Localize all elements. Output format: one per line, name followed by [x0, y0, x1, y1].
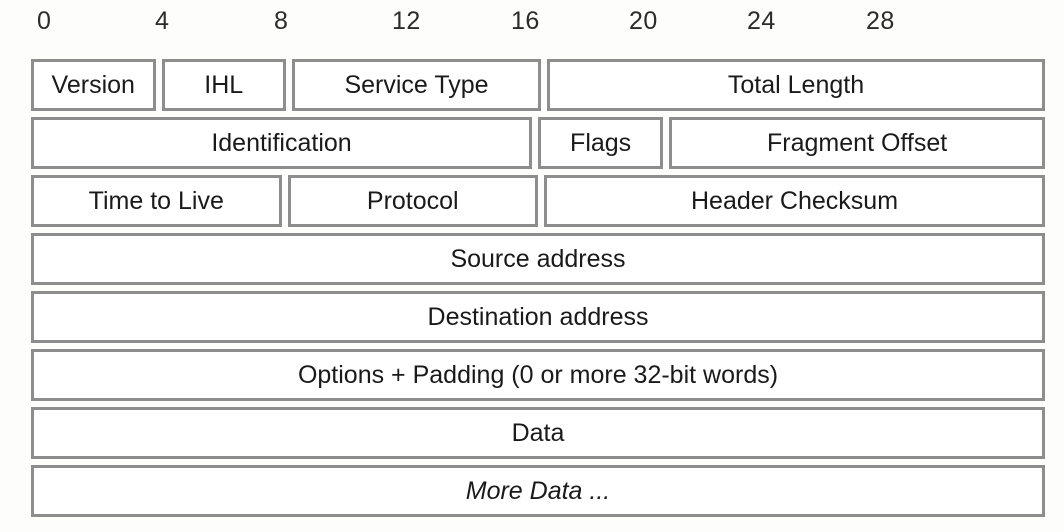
field-options-padding-0-or-more-32-bit-words: Options + Padding (0 or more 32-bit word… — [31, 349, 1045, 401]
bit-tick-0: 0 — [37, 7, 52, 35]
field-total-length: Total Length — [547, 59, 1045, 111]
field-service-type: Service Type — [292, 59, 541, 111]
row-word-3: Time to Live Protocol Header Checksum — [31, 175, 1045, 227]
field-data: Data — [31, 407, 1045, 459]
row-word-5: Destination address — [31, 291, 1045, 343]
bit-tick-12: 12 — [392, 7, 421, 35]
row-word-6: Options + Padding (0 or more 32-bit word… — [31, 349, 1045, 401]
field-flags: Flags — [538, 117, 664, 169]
bit-offset-ruler: 0 4 8 12 16 20 24 28 — [31, 6, 1045, 48]
field-source-address: Source address — [31, 233, 1045, 285]
bit-tick-8: 8 — [274, 7, 289, 35]
bit-tick-4: 4 — [155, 7, 170, 35]
row-more-data: More Data ... — [31, 465, 1045, 517]
field-protocol: Protocol — [287, 175, 538, 227]
ipv4-header-diagram: 0 4 8 12 16 20 24 28 Version IHL Service Type Tota… — [0, 0, 1064, 532]
row-data: Data — [31, 407, 1045, 459]
field-identification: Identification — [31, 117, 532, 169]
bit-tick-16: 16 — [511, 7, 540, 35]
bit-tick-28: 28 — [866, 7, 895, 35]
field-time-to-live: Time to Live — [31, 175, 282, 227]
field-header-checksum: Header Checksum — [544, 175, 1045, 227]
row-word-2: Identification Flags Fragment Offset — [31, 117, 1045, 169]
row-word-4: Source address — [31, 233, 1045, 285]
field-more-data: More Data ... — [31, 465, 1045, 517]
field-fragment-offset: Fragment Offset — [669, 117, 1045, 169]
bit-tick-20: 20 — [629, 7, 658, 35]
field-ihl: IHL — [161, 59, 286, 111]
bit-tick-24: 24 — [747, 7, 776, 35]
field-version: Version — [31, 59, 156, 111]
field-destination-address: Destination address — [31, 291, 1045, 343]
row-word-1: Version IHL Service Type Total Length — [31, 59, 1045, 111]
